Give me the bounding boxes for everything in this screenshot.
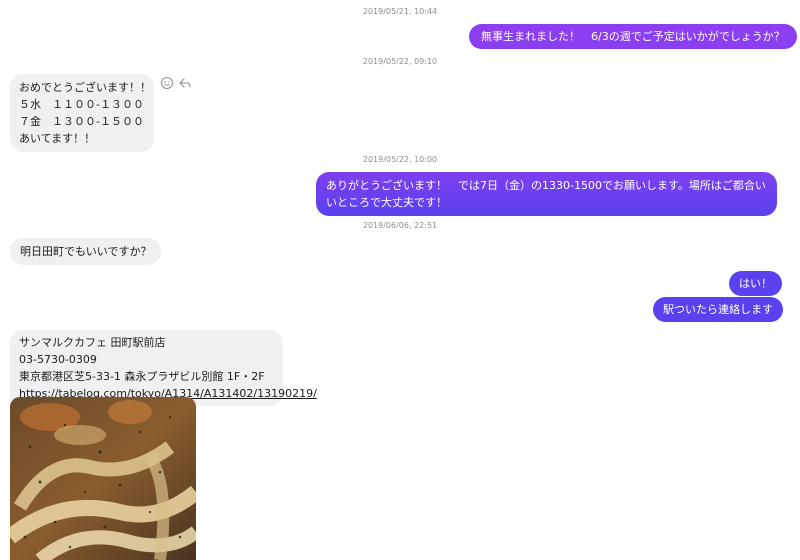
message-text: 無事生まれました！ 6/3の週でご予定はいかがでしょうか？	[481, 30, 785, 43]
message-line: ７金 １３００-１５００	[19, 115, 144, 128]
message-text: ありがとうございます！ では7日（金）の1330-1500でお願いします。場所は…	[326, 179, 766, 209]
message-outgoing[interactable]: 駅ついたら連絡します	[653, 297, 783, 322]
smiley-icon[interactable]	[160, 76, 174, 90]
shop-address: 東京都港区芝5-33-1 森永プラザビル別館 1F・2F	[19, 370, 265, 383]
message-incoming[interactable]: おめでとうございます！！ ５水 １１００-１３００ ７金 １３００-１５００ あ…	[10, 74, 154, 152]
message-actions	[160, 76, 192, 90]
message-line: ５水 １１００-１３００	[19, 98, 144, 111]
message-text: 明日田町でもいいですか？	[20, 245, 152, 258]
message-outgoing[interactable]: ありがとうございます！ では7日（金）の1330-1500でお願いします。場所は…	[316, 172, 777, 216]
message-outgoing[interactable]: はい！	[729, 271, 782, 296]
food-photo[interactable]	[10, 397, 196, 560]
message-text: 駅ついたら連絡します	[663, 303, 773, 316]
timestamp: 2019/05/21, 10:44	[362, 7, 438, 16]
message-line: あいてます！！	[19, 132, 96, 145]
message-incoming[interactable]: 明日田町でもいいですか？	[10, 238, 162, 265]
message-incoming-shop-card[interactable]: サンマルクカフェ 田町駅前店 03-5730-0309 東京都港区芝5-33-1…	[10, 330, 317, 406]
timestamp: 2019/05/22, 10:00	[362, 155, 438, 164]
message-text: はい！	[739, 277, 772, 290]
message-outgoing[interactable]: 無事生まれました！ 6/3の週でご予定はいかがでしょうか？	[469, 24, 797, 49]
shop-name: サンマルクカフェ 田町駅前店	[19, 336, 166, 349]
shop-phone[interactable]: 03-5730-0309	[19, 351, 274, 368]
reply-icon[interactable]	[178, 76, 192, 90]
message-line: おめでとうございます！！	[19, 81, 151, 94]
chat-thread: 2019/05/21, 10:44 無事生まれました！ 6/3の週でご予定はいか…	[0, 0, 800, 560]
timestamp: 2019/06/06, 22:51	[362, 221, 438, 230]
timestamp: 2019/05/22, 09:10	[362, 57, 438, 66]
